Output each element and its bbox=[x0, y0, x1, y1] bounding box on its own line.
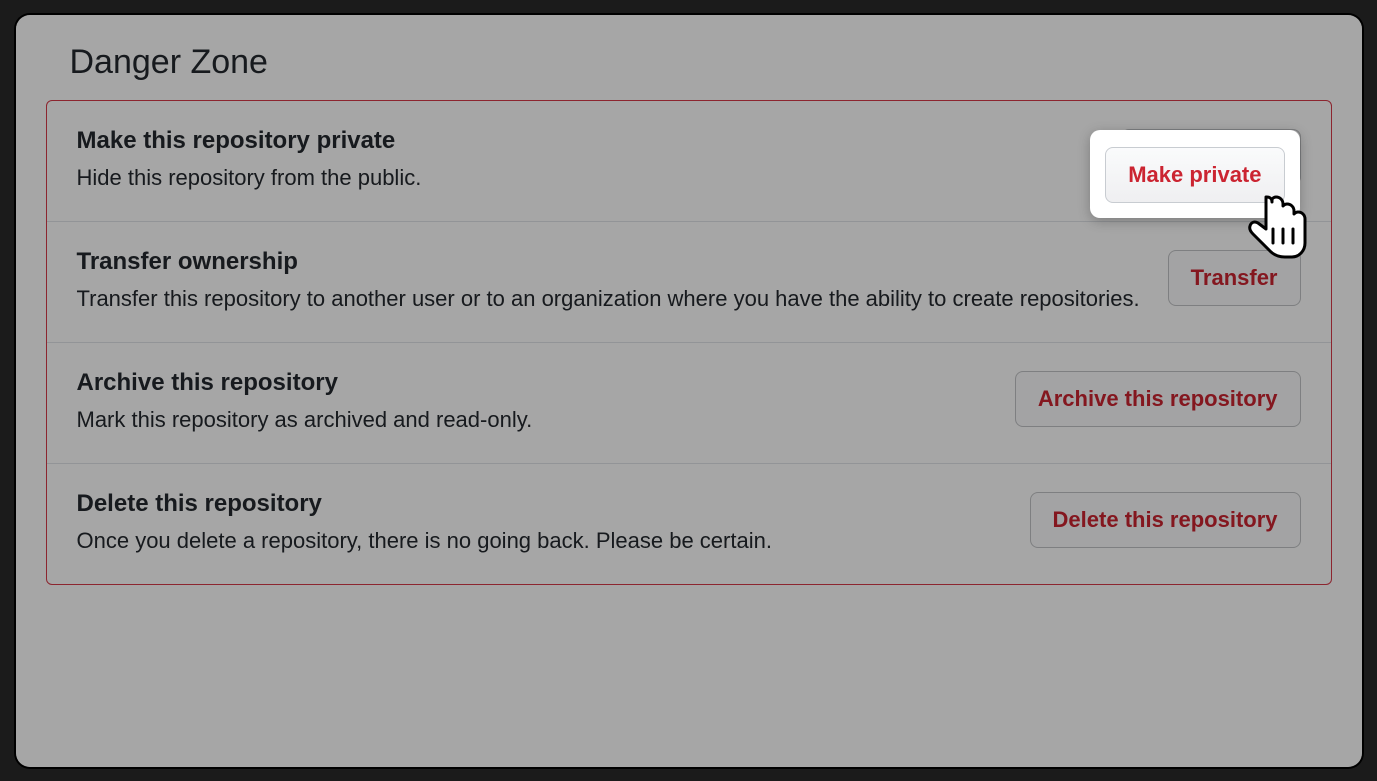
row-text: Delete this repository Once you delete a… bbox=[77, 490, 1030, 558]
transfer-button[interactable]: Transfer bbox=[1168, 250, 1301, 306]
panel-title: Danger Zone bbox=[70, 43, 1332, 82]
make-private-button-highlight[interactable]: Make private bbox=[1105, 147, 1284, 203]
row-description: Hide this repository from the public. bbox=[77, 161, 1098, 195]
row-text: Archive this repository Mark this reposi… bbox=[77, 369, 1015, 437]
row-description: Mark this repository as archived and rea… bbox=[77, 403, 991, 437]
row-description: Transfer this repository to another user… bbox=[77, 282, 1144, 316]
row-text: Transfer ownership Transfer this reposit… bbox=[77, 248, 1168, 316]
row-description: Once you delete a repository, there is n… bbox=[77, 524, 1006, 558]
row-delete-repository: Delete this repository Once you delete a… bbox=[47, 464, 1331, 584]
row-title: Make this repository private bbox=[77, 127, 1098, 155]
row-transfer-ownership: Transfer ownership Transfer this reposit… bbox=[47, 222, 1331, 343]
row-title: Transfer ownership bbox=[77, 248, 1144, 276]
danger-zone-section: Danger Zone Make this repository private… bbox=[16, 15, 1362, 625]
row-title: Archive this repository bbox=[77, 369, 991, 397]
settings-frame: Danger Zone Make this repository private… bbox=[16, 15, 1362, 767]
archive-repository-button[interactable]: Archive this repository bbox=[1015, 371, 1301, 427]
delete-repository-button[interactable]: Delete this repository bbox=[1030, 492, 1301, 548]
highlight-callout: Make private bbox=[1090, 130, 1299, 218]
row-archive-repository: Archive this repository Mark this reposi… bbox=[47, 343, 1331, 464]
row-title: Delete this repository bbox=[77, 490, 1006, 518]
row-text: Make this repository private Hide this r… bbox=[77, 127, 1122, 195]
